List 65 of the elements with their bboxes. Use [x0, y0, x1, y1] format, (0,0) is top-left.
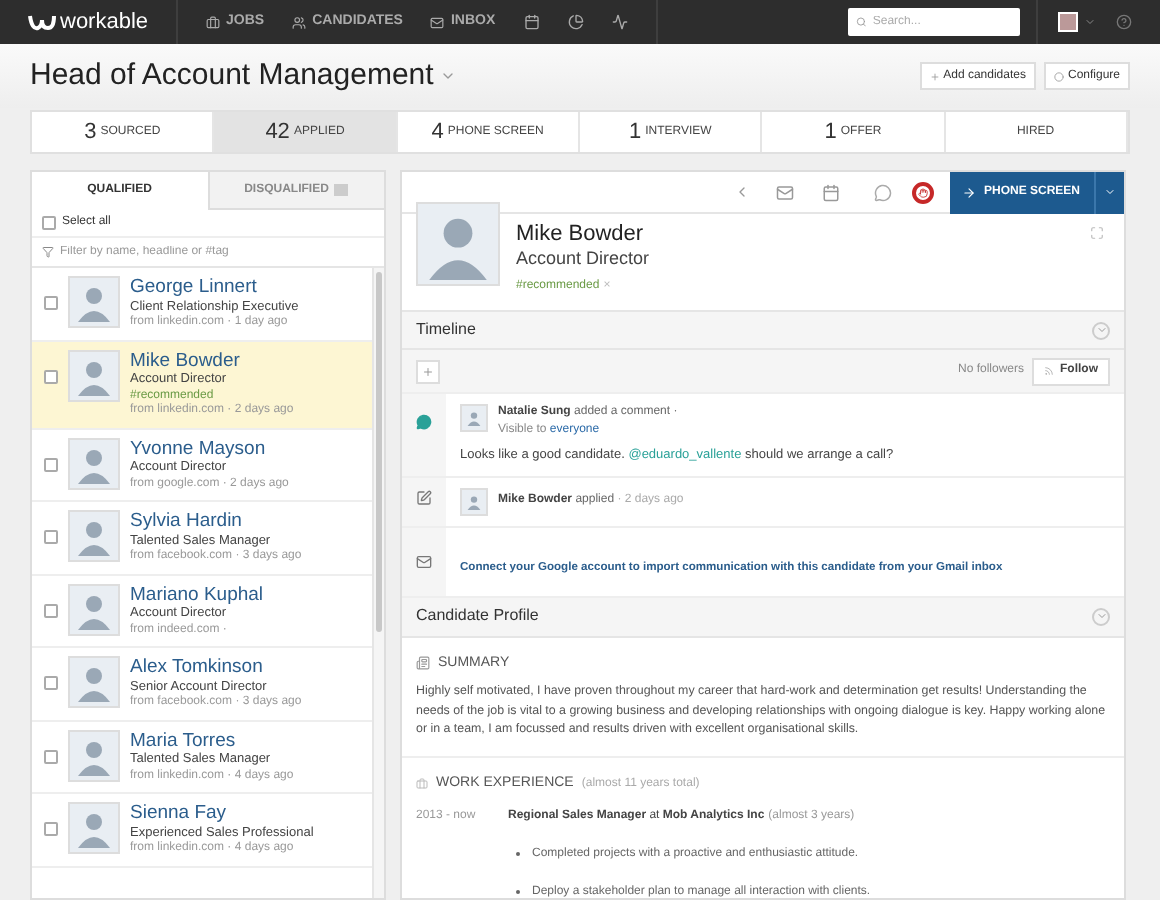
checkbox[interactable] [42, 216, 56, 230]
avatar-placeholder [68, 276, 120, 328]
checkbox[interactable] [44, 457, 58, 471]
collapse-icon[interactable] [1092, 321, 1110, 340]
briefcase-icon [206, 15, 221, 29]
avatar-placeholder [68, 729, 120, 781]
add-button[interactable] [416, 359, 440, 384]
checkbox[interactable] [44, 603, 58, 617]
summary-icon [416, 656, 430, 671]
help-icon[interactable] [1116, 14, 1132, 30]
page-title: Head of Account Management [30, 55, 434, 96]
avatar-placeholder [460, 404, 488, 433]
checkbox[interactable] [44, 369, 58, 383]
envelope-icon [416, 553, 432, 570]
avatar-placeholder [68, 656, 120, 708]
avatar-placeholder [68, 802, 120, 854]
plus-icon [929, 71, 940, 81]
calendar-icon[interactable] [821, 183, 840, 201]
checkbox[interactable] [44, 530, 58, 544]
caret-icon[interactable] [1084, 16, 1096, 28]
logo-icon [28, 12, 56, 32]
people-icon [292, 15, 307, 29]
checkbox[interactable] [44, 749, 58, 763]
section-header: Candidate Profile [402, 597, 1124, 638]
avatar-placeholder [68, 437, 120, 489]
search-icon [856, 16, 867, 28]
avatar-placeholder [68, 583, 120, 635]
candidate-name: Maria Torres [130, 729, 238, 752]
avatar-placeholder [460, 487, 488, 516]
briefcase-icon [416, 778, 428, 791]
plus-icon [422, 365, 434, 378]
checkbox[interactable] [44, 822, 58, 836]
arrow-right-icon [961, 185, 976, 199]
section-header: Timeline [402, 310, 1124, 351]
circle-icon [1053, 71, 1064, 81]
collapse-icon[interactable] [1092, 607, 1110, 626]
filter-icon [42, 246, 54, 258]
edit-icon [416, 489, 432, 506]
envelope-icon [430, 15, 445, 29]
checkbox[interactable] [44, 676, 58, 690]
avatar-placeholder [68, 349, 120, 401]
candidate-name: Mariano Kuphal [130, 583, 264, 606]
count-badge [334, 184, 349, 196]
candidate-name: Sylvia Hardin [130, 510, 244, 534]
logo-text: workable [60, 7, 149, 38]
candidate-name: Mike Bowder [516, 222, 646, 249]
checkbox[interactable] [44, 296, 58, 310]
rss-icon [1044, 366, 1054, 377]
chat-bubble-icon[interactable] [873, 183, 892, 201]
candidate-name: Yvonne Mayson [130, 437, 268, 460]
calendar-icon[interactable] [523, 14, 540, 30]
candidate-headline: Account Director [516, 248, 650, 270]
avatar-placeholder [68, 510, 120, 562]
user-avatar[interactable] [1058, 12, 1078, 32]
pulse-icon[interactable] [611, 14, 628, 30]
comment-icon [416, 414, 432, 431]
candidate-name: Mike Bowder [130, 349, 242, 372]
expand-icon[interactable] [1090, 226, 1104, 240]
caret-icon [1104, 186, 1116, 198]
candidate-name: Alex Tomkinson [130, 656, 265, 680]
candidate-name: George Linnert [130, 276, 259, 300]
envelope-icon[interactable] [775, 183, 794, 201]
pie-chart-icon[interactable] [567, 14, 584, 30]
caret-icon[interactable] [439, 68, 456, 84]
candidate-name: Sienna Fay [130, 802, 229, 826]
